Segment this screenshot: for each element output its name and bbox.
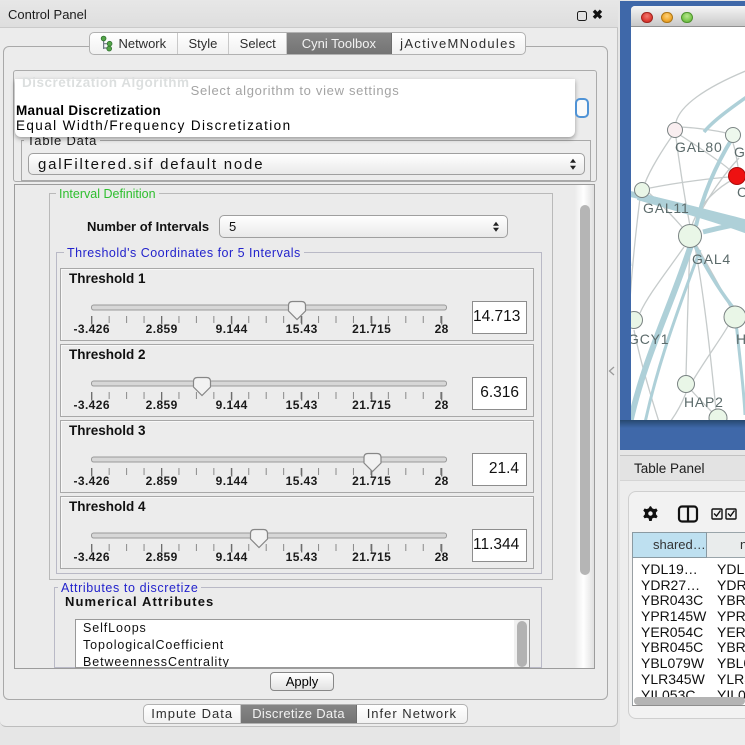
svg-text:15.43: 15.43 — [286, 322, 318, 336]
svg-text:15.43: 15.43 — [286, 474, 318, 488]
svg-text:2.859: 2.859 — [146, 322, 178, 336]
svg-text:9.144: 9.144 — [216, 474, 248, 488]
svg-text:-3.426: -3.426 — [73, 398, 109, 412]
svg-text:21.715: 21.715 — [352, 474, 391, 488]
svg-text:28: 28 — [435, 474, 449, 488]
svg-text:-3.426: -3.426 — [73, 550, 109, 564]
svg-text:21.715: 21.715 — [352, 398, 391, 412]
svg-text:GAL11: GAL11 — [643, 200, 690, 216]
svg-text:2.859: 2.859 — [146, 398, 178, 412]
svg-text:HAP2: HAP2 — [684, 394, 724, 410]
svg-text:GAL80: GAL80 — [675, 139, 723, 155]
svg-text:15.43: 15.43 — [286, 398, 318, 412]
svg-text:9.144: 9.144 — [216, 550, 248, 564]
svg-text:28: 28 — [435, 398, 449, 412]
svg-text:GA: GA — [734, 144, 745, 160]
svg-text:28: 28 — [435, 550, 449, 564]
svg-text:GCY1: GCY1 — [631, 331, 669, 347]
svg-text:GAL4: GAL4 — [692, 251, 731, 267]
svg-text:2.859: 2.859 — [146, 550, 178, 564]
svg-text:15.43: 15.43 — [286, 550, 318, 564]
svg-text:2.859: 2.859 — [146, 474, 178, 488]
svg-text:21.715: 21.715 — [352, 550, 391, 564]
svg-text:H: H — [736, 331, 745, 347]
svg-text:CY: CY — [737, 184, 745, 200]
svg-text:9.144: 9.144 — [216, 398, 248, 412]
svg-text:28: 28 — [435, 322, 449, 336]
svg-text:-3.426: -3.426 — [73, 474, 109, 488]
svg-text:21.715: 21.715 — [352, 322, 391, 336]
svg-text:9.144: 9.144 — [216, 322, 248, 336]
svg-text:-3.426: -3.426 — [73, 322, 109, 336]
